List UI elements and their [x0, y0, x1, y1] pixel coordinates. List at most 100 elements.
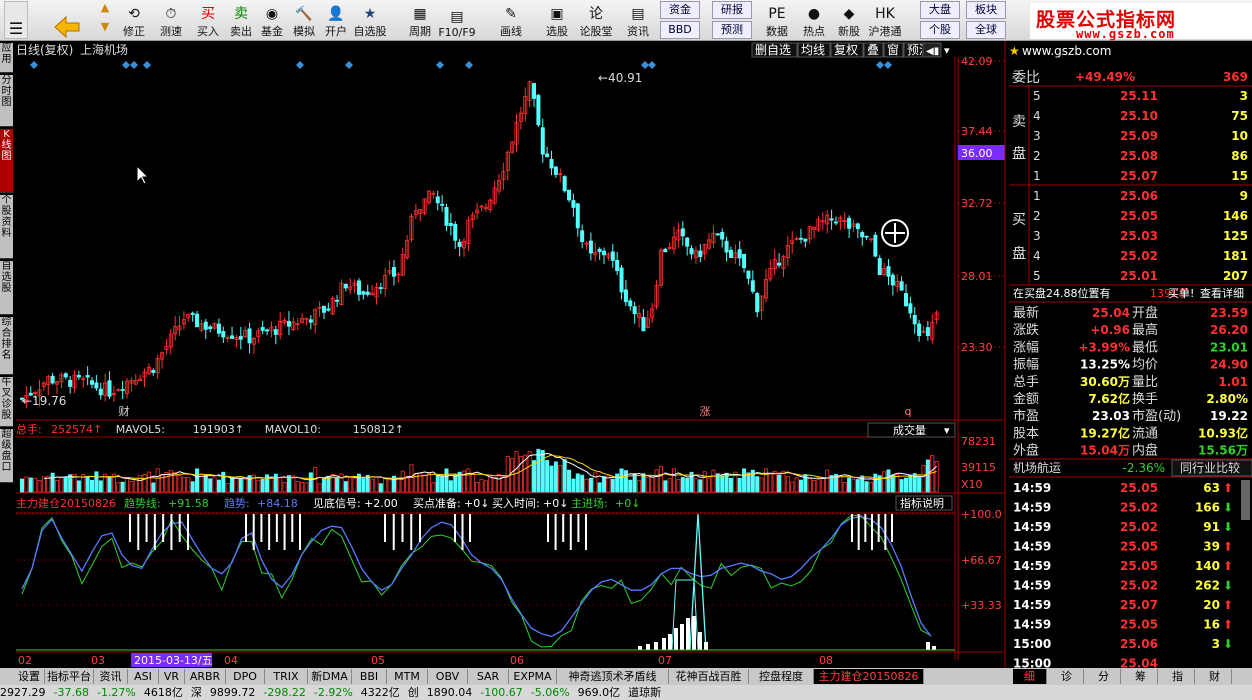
bottom-tab-3[interactable]: ASI	[128, 669, 159, 684]
quote-label2-5: 换手	[1132, 392, 1158, 407]
candle-body	[619, 267, 624, 293]
volume-bar	[208, 478, 213, 493]
position-note-detail[interactable]: 查看详细	[1200, 286, 1244, 300]
volume-bar	[917, 477, 922, 493]
candle-body	[908, 303, 913, 314]
tick-up-arrow-icon-7: ⬆	[1223, 618, 1233, 632]
dropdown-arrow-icon: ▾	[944, 424, 950, 437]
bottom-tab-17[interactable]: 主力建仓20150826	[814, 669, 924, 684]
candle-body	[798, 237, 803, 240]
volume-bar	[588, 477, 593, 493]
candle-body	[286, 321, 291, 327]
panel-tab-3[interactable]: 筹	[1124, 669, 1158, 684]
tick-time-2: 14:59	[1013, 520, 1051, 534]
volume-bar	[203, 474, 208, 493]
bottom-tab-16[interactable]: 控盘程度	[749, 669, 814, 684]
bottom-tab-5[interactable]: ARBR	[185, 669, 226, 684]
bottom-tab-7[interactable]: TRIX	[265, 669, 308, 684]
panel-tab-4[interactable]: 指	[1161, 669, 1195, 684]
bottom-tab-0[interactable]: 设置	[14, 669, 45, 684]
volume-bar	[120, 481, 125, 493]
chart-button-label-4: 窗	[887, 43, 899, 57]
quote-label-5: 金额	[1013, 391, 1039, 407]
tick-time-0: 14:59	[1013, 481, 1051, 495]
candle-body	[540, 127, 545, 155]
volume-bar	[435, 473, 440, 493]
indicator-tick-0: +100.0	[961, 508, 1002, 521]
volume-bar	[273, 473, 278, 493]
panel-tab-2[interactable]: 分	[1087, 669, 1121, 684]
bottom-tab-2[interactable]: 资讯	[94, 669, 128, 684]
quote-value-3: 13.25%	[1080, 358, 1130, 372]
panel-tab-5[interactable]: 财	[1198, 669, 1232, 684]
signal-bar-1	[646, 644, 650, 650]
position-note-text: 在买盘24.88位置有	[1013, 286, 1111, 300]
indicator-item-label-2: 见底信号:	[313, 496, 361, 510]
signal-bar-8	[692, 616, 696, 650]
candle-body	[742, 253, 747, 269]
indicator-item-value-4: +0↓	[543, 497, 568, 510]
bid-level-0: 1	[1033, 189, 1041, 203]
candle-body	[833, 221, 838, 224]
volume-bar	[798, 479, 803, 493]
bottom-tab-11[interactable]: OBV	[428, 669, 468, 684]
volume-bar	[50, 472, 55, 493]
candle-body	[308, 319, 313, 323]
tick-time-1: 14:59	[1013, 501, 1051, 515]
indicator-help-label: 指标说明	[900, 496, 944, 510]
chart-event-marker-0[interactable]: 财	[119, 404, 130, 418]
bottom-tab-10[interactable]: MTM	[387, 669, 428, 684]
indicator-tick-2: +33.33	[961, 599, 1002, 612]
panel-tab-1[interactable]: 诊	[1050, 669, 1084, 684]
signal-bar-3	[662, 638, 666, 650]
bottom-tab-13[interactable]: EXPMA	[509, 669, 557, 684]
bottom-tab-15[interactable]: 花神百战百胜	[669, 669, 749, 684]
indicator-item-value-2: +2.00	[364, 497, 398, 510]
bid-volume-0: 9	[1240, 189, 1248, 203]
bid-volume-1: 146	[1223, 209, 1248, 223]
tick-time-9: 15:00	[1013, 657, 1051, 669]
quote-label-1: 涨跌	[1013, 322, 1039, 338]
candle-body	[273, 329, 278, 335]
bottom-tab-1[interactable]: 指标平台	[45, 669, 94, 684]
candle-body	[890, 274, 895, 286]
candle-body	[575, 203, 580, 229]
bottom-tab-14[interactable]: 神奇逃顶术矛盾线	[557, 669, 669, 684]
candle-body	[221, 331, 226, 338]
quote-value2-2: 23.01	[1210, 340, 1248, 354]
quote-label-6: 市盈	[1013, 408, 1039, 424]
volume-bar	[545, 460, 550, 493]
volume-bar	[597, 482, 602, 493]
quote-label-2: 涨幅	[1013, 340, 1039, 355]
volume-bar	[847, 477, 852, 493]
chart-event-marker-1[interactable]: 涨	[700, 405, 711, 418]
volume-bar	[230, 476, 235, 493]
volume-bar	[308, 472, 313, 493]
tick-scrollbar[interactable]	[1241, 480, 1250, 520]
volume-bar	[536, 448, 541, 493]
bottom-tab-6[interactable]: DPO	[226, 669, 265, 684]
volume-bar	[571, 478, 576, 493]
favorite-star-icon[interactable]: ★	[1009, 44, 1020, 58]
volume-bar	[94, 471, 99, 493]
indicator-item-label-3: 买点准备:	[413, 496, 461, 510]
chart-event-marker-2[interactable]: q	[905, 405, 912, 418]
panel-tab-0[interactable]: 细	[1013, 669, 1047, 684]
bottom-tab-9[interactable]: BBI	[352, 669, 387, 684]
panel-brand-url: www.gszb.com	[1022, 44, 1111, 58]
bid-price-4: 25.01	[1120, 269, 1158, 283]
candle-body	[750, 280, 755, 292]
status-item-6: -298.22	[263, 686, 306, 699]
bottom-tab-4[interactable]: VR	[159, 669, 185, 684]
status-item-10: 1890.04	[426, 686, 473, 699]
main-chart-area: 日线(复权) 上海机场 删自选 均线 复权叠窗预测◀▮ ▾42.0937.4432.722…	[13, 41, 1252, 669]
bottom-tab-8[interactable]: 新DMA	[308, 669, 352, 684]
bottom-tab-12[interactable]: SAR	[468, 669, 509, 684]
price-tick-0: 42.09	[961, 55, 993, 68]
status-item-1: -37.68	[53, 686, 89, 699]
candle-body	[689, 248, 694, 255]
volume-bar	[335, 477, 340, 493]
volume-bar	[440, 476, 445, 493]
chart-button-label-2: 复权	[834, 43, 858, 57]
chart-more-icon: ▾	[944, 44, 950, 57]
